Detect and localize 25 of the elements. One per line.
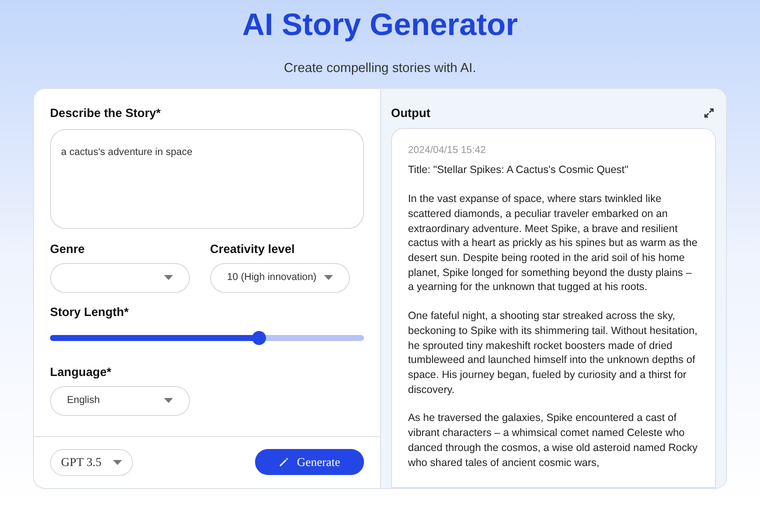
story-paragraph: In the vast expanse of space, where stars twinkled like scattered diamonds, a peculiar traveler embarked on an extraordinary adventure. Meet Spike, a brave and resilient cactus with a heart as prickly as his spines but as warm as the desert sun. Despite being rooted in the arid soil of his home planet, Spike longed for something beyond the dusty plains – a yearning for the unknown that tugged at his roots. bbox=[408, 192, 698, 296]
story-description-field[interactable]: a cactus's adventure in space bbox=[50, 128, 364, 228]
field-label: Language* bbox=[50, 364, 112, 380]
caret-icon bbox=[164, 275, 173, 280]
story-title: Title: "Stellar Spikes: A Cactus's Cosmic Quest" bbox=[408, 162, 630, 178]
timestamp: 2024/04/15 15:42 bbox=[408, 144, 487, 158]
field-label: Describe the Story* bbox=[50, 104, 162, 122]
expand-icon[interactable] bbox=[704, 108, 714, 118]
output-title: Output bbox=[391, 104, 430, 122]
page-title: AI Story Generator bbox=[242, 6, 518, 44]
slider-thumb[interactable] bbox=[252, 330, 266, 344]
field-label: Creativity level bbox=[210, 240, 296, 258]
caret-icon bbox=[324, 275, 333, 280]
page-subtitle: Create compelling stories with AI. bbox=[284, 59, 476, 77]
field-label: Story Length* bbox=[50, 304, 130, 320]
generate-button[interactable]: Generate bbox=[255, 449, 364, 475]
story-paragraph: As he traversed the galaxies, Spike encountered a cast of vibrant characters – a whimsical comet named Celeste who danced through the cosmos, a wise old asteroid named Rocky who shared tales of ancient cosmic wars, bbox=[408, 411, 698, 470]
caret-icon bbox=[164, 398, 173, 403]
creativity-dropdown[interactable]: 10 (High innovation) bbox=[210, 262, 350, 292]
magic-wand-icon bbox=[278, 457, 289, 467]
field-label: Genre bbox=[50, 240, 86, 258]
story-paragraph: One fateful night, a shooting star streaked across the sky, beckoning to Spike with its shimmering tail. Without hesitation, he sprouted tiny makeshift rocket boosters made of dried tumbleweed and launched himself into the unknown depths of space. His journey began, fueled by curiosity and a thirst for discovery. bbox=[408, 309, 698, 398]
model-dropdown[interactable]: GPT 3.5 bbox=[50, 448, 134, 476]
language-dropdown[interactable]: English bbox=[50, 386, 190, 416]
caret-icon bbox=[113, 460, 122, 464]
